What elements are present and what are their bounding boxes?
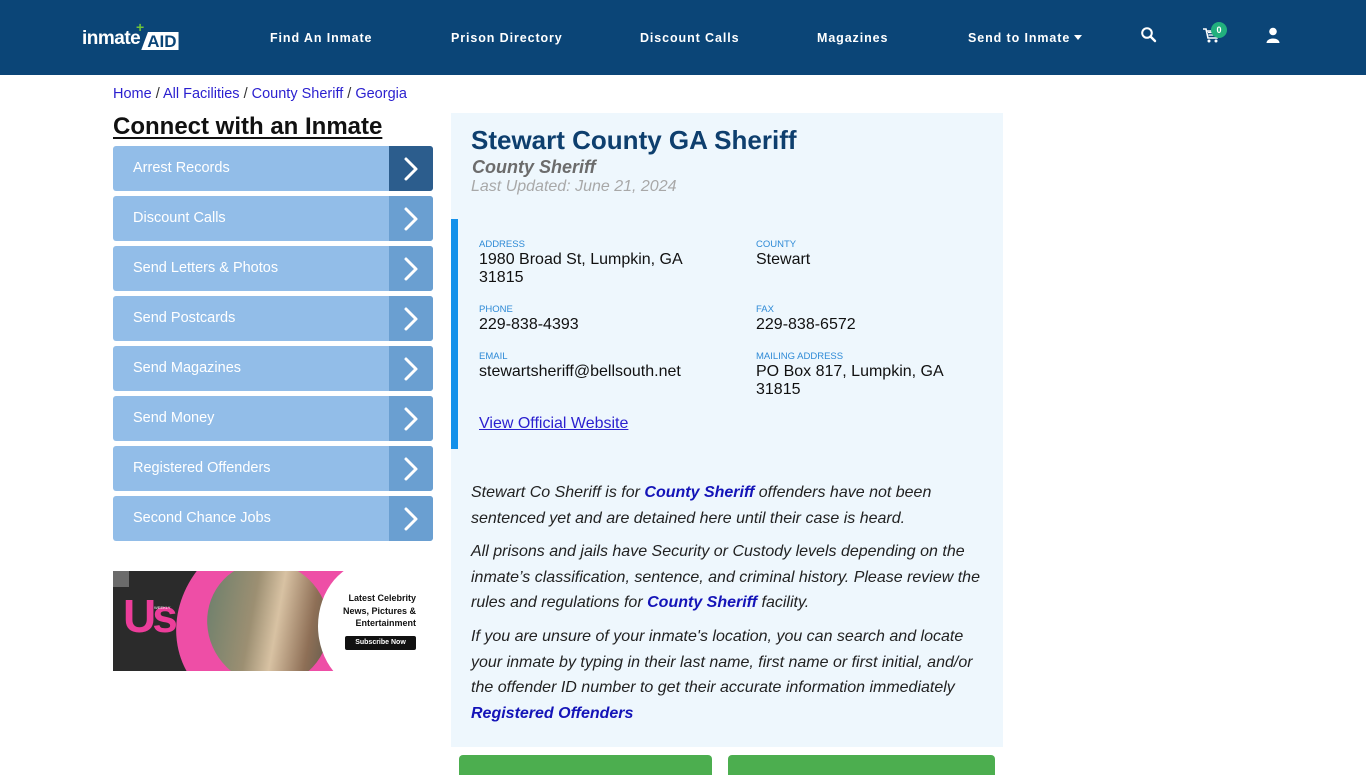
field-label: COUNTY (756, 239, 797, 250)
sidebar-item-send-letters-photos[interactable]: Send Letters & Photos (113, 246, 433, 291)
breadcrumb: Home / All Facilities / County Sheriff /… (113, 86, 407, 102)
chevron-right-icon (389, 446, 433, 491)
sidebar-item-discount-calls[interactable]: Discount Calls (113, 196, 433, 241)
view-official-website-link[interactable]: View Official Website (479, 415, 628, 433)
chevron-right-icon (389, 346, 433, 391)
mailing-address-value: PO Box 817, Lumpkin, GA 31815 (756, 363, 943, 398)
facility-type-emphasis: County Sheriff (647, 594, 758, 611)
address-value: 1980 Broad St, Lumpkin, GA 31815 (479, 251, 682, 286)
inmateaid-logo[interactable]: inmate AID + (82, 20, 179, 50)
description-paragraph-2: All prisons and jails have Security or C… (471, 539, 991, 616)
nav-label: Prison Directory (451, 31, 563, 45)
mailing-address-field: MAILING ADDRESS PO Box 817, Lumpkin, GA … (756, 351, 976, 399)
nav-send-to-inmate[interactable]: Send to Inmate (968, 30, 1083, 46)
email-value[interactable]: stewartsheriff@bellsouth.net (479, 363, 739, 381)
desc-text: Stewart Co Sheriff is for (471, 484, 645, 501)
chevron-right-icon (389, 196, 433, 241)
field-label: MAILING ADDRESS (756, 351, 844, 362)
ad-corner-mark (113, 571, 129, 587)
facility-type-emphasis: County Sheriff (644, 484, 755, 501)
user-icon[interactable] (1264, 26, 1284, 46)
sidebar-item-label: Send Postcards (133, 310, 236, 326)
field-label: EMAIL (479, 351, 508, 362)
sidebar-item-send-magazines[interactable]: Send Magazines (113, 346, 433, 391)
sidebar-item-label: Registered Offenders (133, 460, 271, 476)
facility-name: Stewart County GA Sheriff (471, 125, 797, 155)
field-label: ADDRESS (479, 239, 525, 250)
breadcrumb-separator: / (243, 86, 252, 102)
search-icon[interactable] (1140, 26, 1160, 46)
nav-label: Find An Inmate (270, 31, 373, 45)
sidebar-item-second-chance-jobs[interactable]: Second Chance Jobs (113, 496, 433, 541)
cart-count-badge: 0 (1211, 22, 1227, 38)
chevron-right-icon (389, 246, 433, 291)
us-weekly-ad-banner[interactable]: Us WEEKLY Latest Celebrity News, Picture… (113, 571, 416, 671)
ad-brand-small: WEEKLY (154, 605, 171, 610)
sidebar-item-send-postcards[interactable]: Send Postcards (113, 296, 433, 341)
description-paragraph-3: If you are unsure of your inmate's locat… (471, 624, 991, 726)
field-label: FAX (756, 304, 774, 315)
sidebar-menu: Arrest Records Discount Calls Send Lette… (113, 146, 433, 546)
address-field: ADDRESS 1980 Broad St, Lumpkin, GA 31815 (479, 239, 699, 287)
breadcrumb-home[interactable]: Home (113, 86, 152, 102)
phone-value[interactable]: 229-838-4393 (479, 316, 699, 334)
breadcrumb-georgia[interactable]: Georgia (355, 86, 407, 102)
county-field: COUNTY Stewart (756, 239, 976, 269)
field-label: PHONE (479, 304, 513, 315)
facility-type: County Sheriff (472, 157, 596, 177)
fax-value: 229-838-6572 (756, 316, 856, 333)
phone-field: PHONE 229-838-4393 (479, 304, 699, 334)
nav-discount-calls[interactable]: Discount Calls (640, 30, 739, 46)
desc-text: If you are unsure of your inmate's locat… (471, 628, 973, 696)
logo-word: inmate (82, 28, 141, 49)
caret-down-icon (1074, 35, 1083, 40)
sidebar-item-send-money[interactable]: Send Money (113, 396, 433, 441)
county-value: Stewart (756, 251, 811, 268)
ad-brand-logo: Us (123, 590, 178, 642)
sidebar-item-label: Arrest Records (133, 160, 230, 176)
description-paragraph-1: Stewart Co Sheriff is for County Sheriff… (471, 480, 991, 531)
nav-find-an-inmate[interactable]: Find An Inmate (270, 30, 372, 46)
nav-label: Discount Calls (640, 31, 740, 45)
site-header: inmate AID + Find An Inmate Prison Direc… (0, 0, 1366, 75)
sidebar-item-label: Second Chance Jobs (133, 510, 271, 526)
sidebar-item-registered-offenders[interactable]: Registered Offenders (113, 446, 433, 491)
registered-offenders-link[interactable]: Registered Offenders (471, 705, 633, 722)
nav-label: Send to Inmate (968, 31, 1071, 45)
breadcrumb-all-facilities[interactable]: All Facilities (163, 86, 240, 102)
sidebar-item-label: Send Magazines (133, 360, 242, 376)
desc-text: facility. (757, 594, 810, 611)
nav-prison-directory[interactable]: Prison Directory (451, 30, 563, 46)
sidebar-item-label: Send Money (133, 410, 215, 426)
green-action-button-1[interactable] (459, 755, 712, 775)
email-field: EMAIL stewartsheriff@bellsouth.net (479, 351, 739, 381)
green-action-button-2[interactable] (728, 755, 995, 775)
chevron-right-icon (389, 496, 433, 541)
ad-subscribe-button[interactable]: Subscribe Now (345, 636, 416, 650)
fax-field: FAX 229-838-6572 (756, 304, 976, 334)
sidebar-item-label: Send Letters & Photos (133, 260, 279, 276)
sidebar-item-label: Discount Calls (133, 210, 226, 226)
sidebar-item-arrest-records[interactable]: Arrest Records (113, 146, 433, 191)
last-updated: Last Updated: June 21, 2024 (471, 178, 677, 195)
nav-magazines[interactable]: Magazines (817, 30, 888, 46)
chevron-right-icon (389, 396, 433, 441)
logo-aid: AID (141, 32, 179, 50)
logo-plus-icon: + (136, 19, 145, 35)
nav-label: Magazines (817, 31, 889, 45)
chevron-right-icon (389, 146, 433, 191)
sidebar-title: Connect with an Inmate (113, 113, 383, 140)
chevron-right-icon (389, 296, 433, 341)
ad-tagline: Latest Celebrity News, Pictures & Entert… (342, 593, 416, 628)
breadcrumb-separator: / (155, 86, 163, 102)
breadcrumb-county-sheriff[interactable]: County Sheriff (252, 86, 344, 102)
